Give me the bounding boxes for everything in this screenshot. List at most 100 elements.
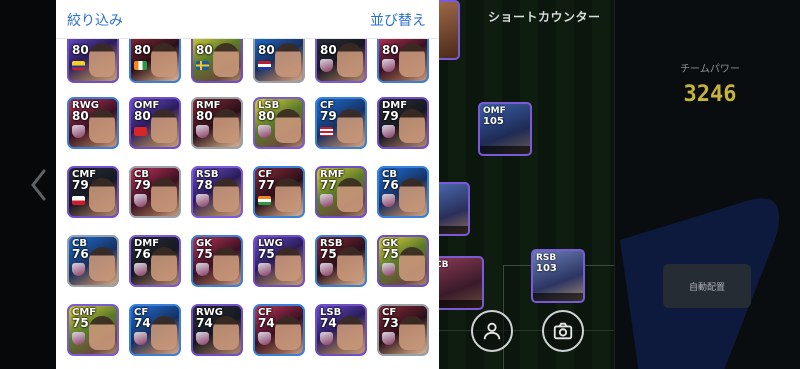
club-crest-icon [134, 332, 147, 345]
player-portrait [213, 43, 239, 77]
player-portrait [89, 109, 115, 143]
club-crest-icon [258, 125, 271, 138]
player-portrait [151, 247, 177, 281]
player-rating: 80 [320, 43, 337, 57]
player-portrait [89, 316, 115, 350]
formation-title: ショートカウンター [488, 10, 601, 24]
player-portrait [399, 43, 425, 77]
player-rating: 80 [134, 43, 151, 57]
player-card-footer [533, 293, 583, 301]
flag-india-icon [258, 196, 271, 205]
player-rating: 80 [382, 43, 399, 57]
sort-button[interactable]: 並び替え [370, 10, 426, 30]
club-crest-icon [382, 332, 395, 345]
player-rating: 80 [196, 109, 213, 123]
player-card[interactable]: RMF 77 [315, 166, 367, 218]
player-card[interactable]: RSB 78 [191, 166, 243, 218]
player-rating: 105 [483, 116, 504, 127]
player-rating: 75 [258, 247, 275, 261]
player-card[interactable]: 80 [129, 39, 181, 83]
player-rating: 79 [134, 178, 151, 192]
player-card[interactable]: CF 73 [377, 304, 429, 356]
player-card[interactable]: 80 [315, 39, 367, 83]
player-portrait [275, 316, 301, 350]
player-card[interactable]: CB 79 [129, 166, 181, 218]
player-portrait [213, 109, 239, 143]
player-card[interactable]: DMF 79 [377, 97, 429, 149]
player-card-footer [480, 146, 530, 154]
club-crest-icon [320, 59, 333, 72]
club-crest-icon [320, 263, 333, 276]
flag-ivory-coast-icon [134, 61, 147, 70]
user-icon [483, 322, 501, 340]
player-rating: 77 [258, 178, 275, 192]
player-card[interactable]: DMF 76 [129, 235, 181, 287]
player-card[interactable]: LSB 80 [253, 97, 305, 149]
flag-switzerland-icon [134, 127, 147, 136]
pitch-player-card[interactable]: OMF 105 [478, 102, 532, 156]
player-card[interactable]: CMF 79 [67, 166, 119, 218]
player-card[interactable]: 80 [67, 39, 119, 83]
player-card[interactable]: CF 77 [253, 166, 305, 218]
player-portrait [337, 316, 363, 350]
player-rating: 80 [72, 109, 89, 123]
club-crest-icon [382, 263, 395, 276]
player-portrait [89, 178, 115, 212]
player-rating: 75 [320, 247, 337, 261]
player-rating: 79 [72, 178, 89, 192]
club-crest-icon [196, 332, 209, 345]
player-card[interactable]: CB 76 [377, 166, 429, 218]
pitch-player-card[interactable]: RSB 103 [531, 249, 585, 303]
player-portrait [275, 247, 301, 281]
player-card[interactable]: CF 74 [129, 304, 181, 356]
player-card[interactable]: CMF 75 [67, 304, 119, 356]
auto-assign-button[interactable]: 自動配置 [663, 264, 751, 308]
filter-button[interactable]: 絞り込み [67, 10, 123, 30]
player-rating: 74 [320, 316, 337, 330]
player-rating: 76 [382, 178, 399, 192]
player-card-grid[interactable]: 80 80 80 80 80 80 RWG 80 OMF 80 RMF 80 LSB 80 CF 79 DMF 7… [56, 39, 439, 369]
player-rating: 80 [258, 109, 275, 123]
player-rating: 75 [382, 247, 399, 261]
club-crest-icon [320, 332, 333, 345]
player-rating: 80 [258, 43, 275, 57]
flag-netherlands-icon [258, 61, 271, 70]
player-card[interactable]: GK 75 [377, 235, 429, 287]
club-crest-icon [382, 194, 395, 207]
player-card[interactable]: 80 [253, 39, 305, 83]
club-crest-icon [382, 125, 395, 138]
club-crest-icon [196, 263, 209, 276]
club-crest-icon [196, 194, 209, 207]
chevron-left-icon[interactable] [29, 168, 49, 202]
player-card[interactable]: CF 79 [315, 97, 367, 149]
player-rating: 77 [320, 178, 337, 192]
player-rating: 74 [134, 316, 151, 330]
club-crest-icon [72, 125, 85, 138]
player-card[interactable]: OMF 80 [129, 97, 181, 149]
panel-header: 絞り込み 並び替え [56, 0, 439, 39]
camera-button[interactable] [542, 310, 584, 352]
user-button[interactable] [471, 310, 513, 352]
player-card[interactable]: RWG 80 [67, 97, 119, 149]
player-card[interactable]: LWG 75 [253, 235, 305, 287]
player-card[interactable]: LSB 74 [315, 304, 367, 356]
player-portrait [337, 109, 363, 143]
divider [614, 0, 615, 369]
player-card[interactable]: 80 [377, 39, 429, 83]
player-card[interactable]: 80 [191, 39, 243, 83]
player-card[interactable]: RMF 80 [191, 97, 243, 149]
game-screen: ショートカウンター チームパワー 3246 自動配置 OMF 105 RSB 1… [0, 0, 800, 369]
club-crest-icon [382, 59, 395, 72]
player-card[interactable]: CF 74 [253, 304, 305, 356]
club-crest-icon [196, 125, 209, 138]
club-crest-icon [258, 332, 271, 345]
player-card[interactable]: GK 75 [191, 235, 243, 287]
flag-czech-icon [72, 196, 85, 205]
player-card[interactable]: RSB 75 [315, 235, 367, 287]
camera-icon [553, 322, 573, 340]
player-portrait [151, 316, 177, 350]
player-card[interactable]: RWG 74 [191, 304, 243, 356]
player-rating: 80 [134, 109, 151, 123]
player-rating: 103 [536, 263, 557, 274]
player-card[interactable]: CB 76 [67, 235, 119, 287]
